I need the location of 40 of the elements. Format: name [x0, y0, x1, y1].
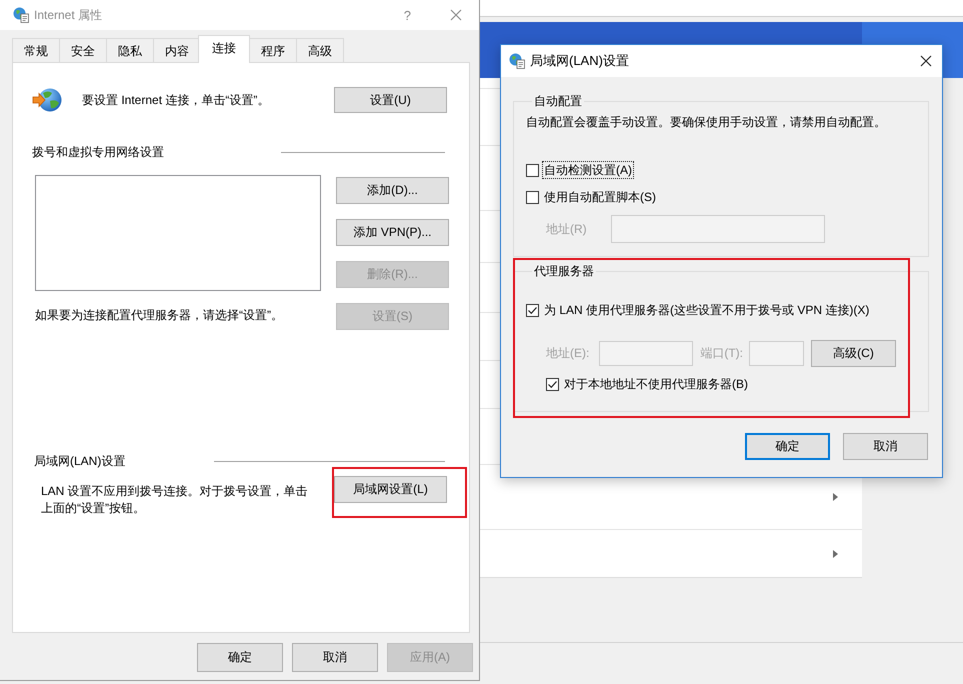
globe-page-icon: [13, 7, 29, 23]
checkbox-label[interactable]: 对于本地地址不使用代理服务器(B): [562, 375, 750, 393]
setup-button[interactable]: 设置(U): [334, 87, 447, 113]
window-title: Internet 属性: [34, 6, 102, 24]
checkbox[interactable]: [546, 378, 559, 390]
group-title: 自动配置: [533, 93, 583, 109]
checkbox[interactable]: [526, 190, 539, 204]
dialog-button[interactable]: 确定: [197, 643, 283, 672]
advanced-button[interactable]: 高级(C): [811, 340, 896, 367]
globe-page-icon: [509, 53, 525, 69]
section-heading: 局域网(LAN)设置: [34, 452, 126, 470]
dialog-button[interactable]: 取消: [292, 643, 378, 672]
tab[interactable]: 常规: [12, 38, 60, 62]
tab[interactable]: 连接: [198, 35, 250, 63]
dialup-button[interactable]: 添加 VPN(P)...: [336, 219, 449, 246]
dialog-button[interactable]: 取消: [843, 433, 928, 460]
dialup-button[interactable]: 添加(D)...: [336, 177, 449, 204]
field-label: 端口(T):: [700, 345, 743, 362]
chevron-right-icon[interactable]: [833, 493, 838, 501]
checkbox-label[interactable]: 自动检测设置(A): [542, 161, 634, 179]
dialog-button[interactable]: 确定: [745, 433, 830, 460]
window-title: 局域网(LAN)设置: [530, 52, 629, 70]
checkbox-label[interactable]: 使用自动配置脚本(S): [542, 188, 658, 206]
group-title: 代理服务器: [533, 263, 595, 279]
checkbox-label[interactable]: 为 LAN 使用代理服务器(这些设置不用于拨号或 VPN 连接)(X): [542, 301, 872, 319]
connection-list[interactable]: [35, 175, 321, 291]
lan-description: LAN 设置不应用到拨号连接。对于拨号设置，单击上面的“设置”按钮。: [41, 483, 309, 517]
section-heading: 拨号和虚拟专用网络设置: [32, 144, 164, 160]
proxy-hint: 如果要为连接配置代理服务器，请选择“设置”。: [35, 308, 284, 322]
tab[interactable]: 高级: [296, 38, 344, 62]
checkbox[interactable]: [526, 304, 539, 316]
globe-arrow-icon: [32, 87, 62, 113]
chevron-right-icon[interactable]: [833, 550, 838, 558]
setup-instruction: 要设置 Internet 连接，单击“设置”。: [82, 92, 270, 108]
close-icon[interactable]: [920, 55, 932, 67]
lan-settings-button[interactable]: 局域网设置(L): [334, 476, 447, 503]
field-label: 地址(E):: [546, 345, 590, 362]
checkbox[interactable]: [526, 164, 539, 176]
field-label: 地址(R): [546, 220, 587, 238]
auto-config-note: 自动配置会覆盖手动设置。要确保使用手动设置，请禁用自动配置。: [526, 114, 887, 130]
